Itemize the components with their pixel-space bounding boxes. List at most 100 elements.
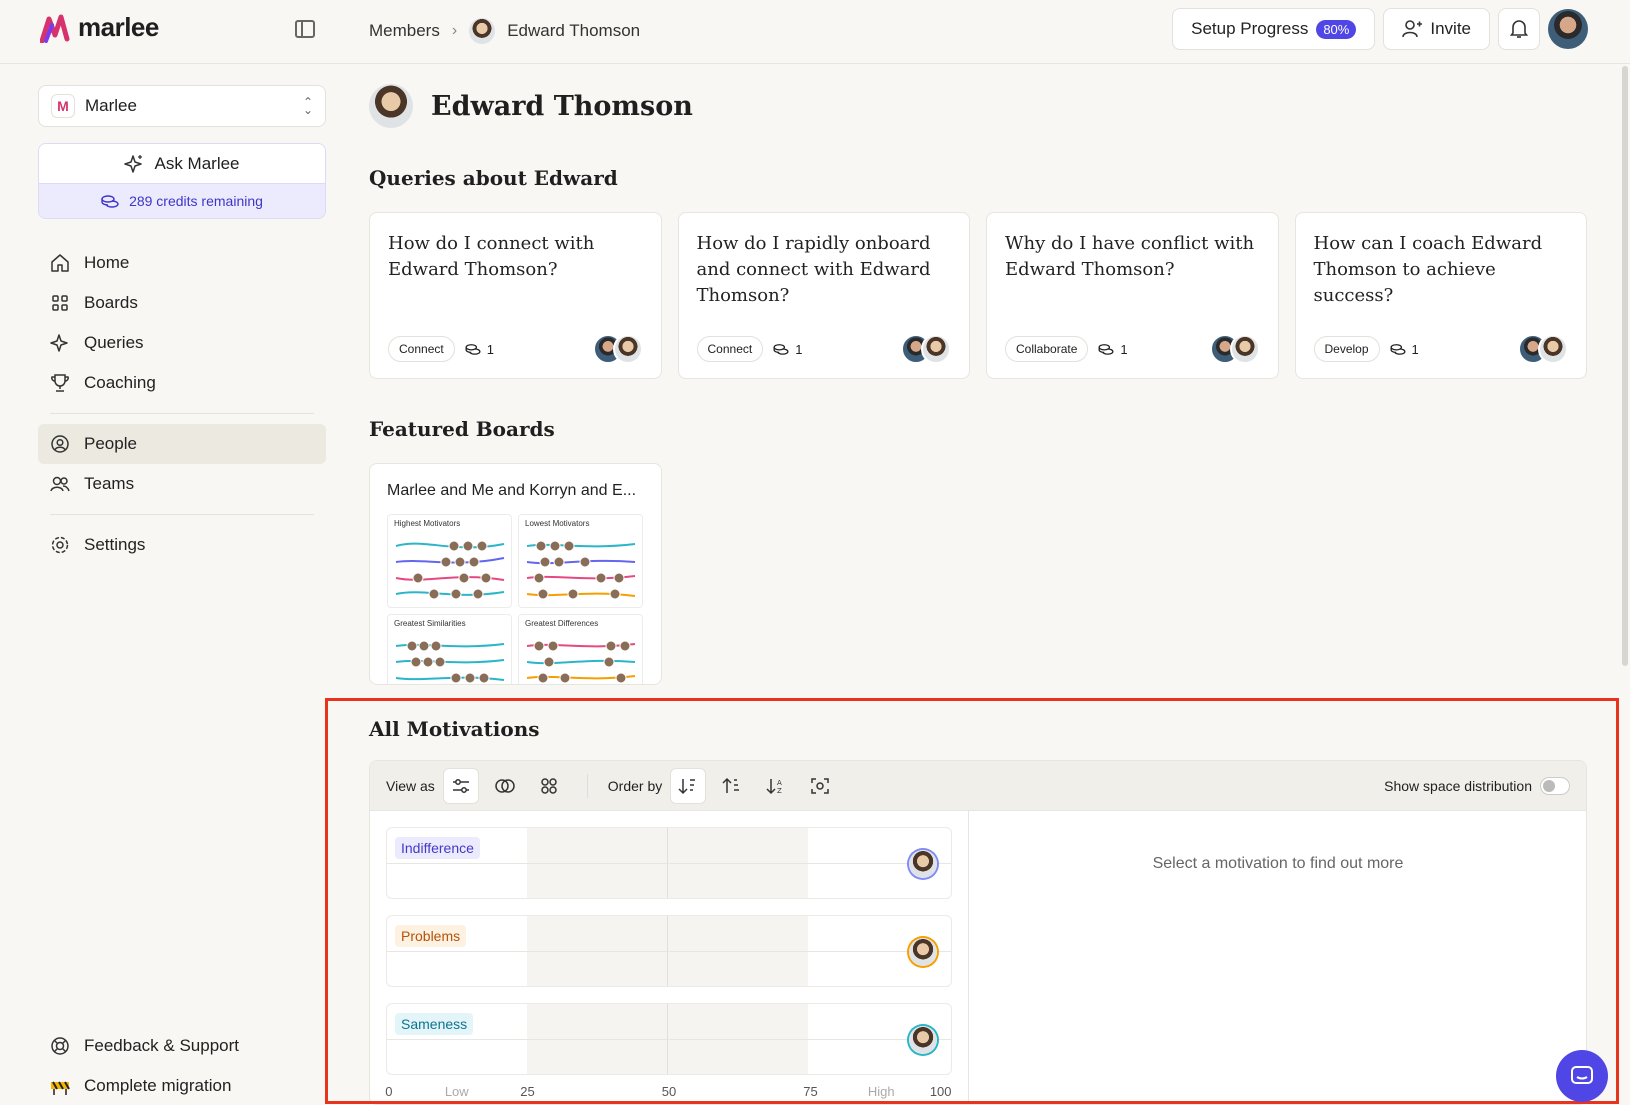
- ask-marlee-label: Ask Marlee: [154, 153, 240, 173]
- view-sliders-button[interactable]: [442, 767, 479, 804]
- query-card-title: How can I coach Edward Thomson to achiev…: [1313, 233, 1543, 306]
- setup-progress-button[interactable]: Setup Progress 80%: [1172, 8, 1376, 50]
- board-panel-label: Greatest Similarities: [394, 619, 466, 628]
- details-placeholder: Select a motivation to find out more: [1152, 855, 1404, 872]
- ask-marlee-button[interactable]: Ask Marlee: [39, 144, 325, 184]
- sidebar-item-label: Feedback & Support: [84, 1036, 239, 1055]
- user-avatar[interactable]: [1548, 9, 1588, 49]
- order-desc-button[interactable]: [670, 767, 707, 804]
- sidebar-item-complete-migration[interactable]: Complete migration: [38, 1066, 326, 1105]
- board-card[interactable]: Marlee and Me and Korryn and E... Highes…: [369, 463, 662, 685]
- query-tag: Connect: [696, 336, 764, 362]
- order-focus-button[interactable]: [802, 768, 838, 804]
- page-title: Edward Thomson: [431, 90, 693, 122]
- query-tag: Develop: [1313, 336, 1380, 362]
- view-venn-button[interactable]: [487, 768, 523, 804]
- featured-boards-title: Featured Boards: [369, 417, 555, 441]
- query-card[interactable]: Why do I have conflict with Edward Thoms…: [986, 212, 1279, 379]
- view-grid-button[interactable]: [531, 768, 567, 804]
- coins-icon: [465, 344, 481, 355]
- sparkle-icon: [50, 334, 68, 352]
- view-as-label: View as: [386, 777, 435, 794]
- show-space-toggle[interactable]: [1540, 776, 1570, 795]
- board-panel-label: Lowest Motivators: [525, 519, 590, 528]
- board-title: Marlee and Me and Korryn and E...: [387, 482, 637, 499]
- person-avatar: [369, 84, 413, 128]
- sidebar-item-label: Boards: [84, 293, 138, 312]
- marlee-logo[interactable]: marlee: [40, 12, 159, 43]
- coins-icon: [773, 344, 789, 355]
- motivation-row[interactable]: Sameness: [386, 1003, 952, 1075]
- avatar-stack: [1209, 334, 1260, 364]
- order-alpha-button[interactable]: AZ: [758, 768, 794, 804]
- query-count-value: 1: [486, 341, 494, 357]
- board-panel: Greatest Differences: [518, 614, 643, 684]
- svg-text:A: A: [777, 779, 782, 787]
- motivation-label: Problems: [395, 925, 467, 947]
- track-line: [387, 951, 951, 952]
- sidebar-item-settings[interactable]: Settings: [38, 525, 326, 565]
- chevron-right-icon: ›: [451, 22, 458, 39]
- motivation-chart-thumbnail: [526, 640, 636, 684]
- sidebar-item-teams[interactable]: Teams: [38, 464, 326, 504]
- sidebar-toggle-icon[interactable]: [295, 20, 315, 38]
- query-count-value: 1: [795, 341, 803, 357]
- chat-icon: [1571, 1066, 1593, 1084]
- sidebar-item-coaching[interactable]: Coaching: [38, 363, 326, 403]
- axis-tick: 50: [661, 1084, 677, 1099]
- motivations-list: Indifference Problems Sameness 0 Low 25 …: [370, 811, 969, 1104]
- query-card[interactable]: How do I connect with Edward Thomson? Co…: [369, 212, 662, 379]
- breadcrumb-members-link[interactable]: Members: [369, 21, 440, 41]
- query-cards: How do I connect with Edward Thomson? Co…: [369, 212, 1587, 379]
- credits-remaining: 289 credits remaining: [39, 184, 325, 218]
- query-count-value: 1: [1120, 341, 1128, 357]
- sidebar-item-feedback[interactable]: Feedback & Support: [38, 1026, 326, 1066]
- member-avatar[interactable]: [909, 1026, 937, 1054]
- query-tag: Collaborate: [1005, 336, 1089, 362]
- all-motivations-title: All Motivations: [369, 717, 540, 741]
- sidebar-item-boards[interactable]: Boards: [38, 283, 326, 323]
- sparkle-icon: [124, 154, 143, 173]
- motivation-row[interactable]: Indifference: [386, 827, 952, 899]
- home-icon: [51, 254, 69, 272]
- motivation-chart-thumbnail: [395, 640, 505, 684]
- workspace-select[interactable]: M Marlee ⌃ ⌄: [38, 85, 326, 127]
- query-tag: Connect: [388, 336, 455, 362]
- person-header: Edward Thomson: [369, 84, 1587, 128]
- person-circle-icon: [51, 435, 69, 453]
- motivation-axis: 0 Low 25 50 75 High 100: [385, 1084, 952, 1100]
- notifications-button[interactable]: [1498, 8, 1540, 50]
- focus-frame-icon: [811, 777, 829, 794]
- query-count-value: 1: [1411, 341, 1419, 357]
- sidebar-item-queries[interactable]: Queries: [38, 323, 326, 363]
- trophy-icon: [51, 374, 69, 392]
- track-line: [387, 1039, 951, 1040]
- board-panel: Highest Motivators: [387, 514, 512, 608]
- show-space-label: Show space distribution: [1384, 777, 1532, 794]
- sidebar-item-people[interactable]: People: [38, 424, 326, 464]
- scrollbar[interactable]: [1620, 66, 1630, 1101]
- motivation-row[interactable]: Problems: [386, 915, 952, 987]
- workspace-name: Marlee: [85, 96, 137, 115]
- order-asc-button[interactable]: [714, 768, 750, 804]
- member-avatar[interactable]: [909, 850, 937, 878]
- query-card[interactable]: How do I rapidly onboard and connect wit…: [677, 212, 970, 379]
- query-card-title: Why do I have conflict with Edward Thoms…: [1005, 233, 1255, 280]
- scrollbar-thumb[interactable]: [1622, 66, 1628, 666]
- workspace-logo-icon: M: [51, 94, 75, 118]
- query-card-title: How do I connect with Edward Thomson?: [388, 233, 595, 280]
- member-avatar[interactable]: [909, 938, 937, 966]
- motivation-details: Select a motivation to find out more: [970, 811, 1586, 1104]
- query-count: 1: [1098, 341, 1128, 357]
- chevron-up-down-icon: ⌃ ⌄: [302, 95, 313, 117]
- query-card[interactable]: How can I coach Edward Thomson to achiev…: [1294, 212, 1587, 379]
- chat-button[interactable]: [1556, 1050, 1608, 1102]
- queries-section-title: Queries about Edward: [369, 166, 618, 190]
- avatar: [921, 334, 951, 364]
- setup-progress-label: Setup Progress: [1191, 19, 1309, 38]
- invite-button[interactable]: Invite: [1383, 8, 1490, 50]
- divider: [50, 514, 314, 515]
- sidebar-item-home[interactable]: Home: [38, 243, 326, 283]
- axis-tick: Low: [444, 1084, 469, 1099]
- motivation-label: Sameness: [395, 1013, 474, 1035]
